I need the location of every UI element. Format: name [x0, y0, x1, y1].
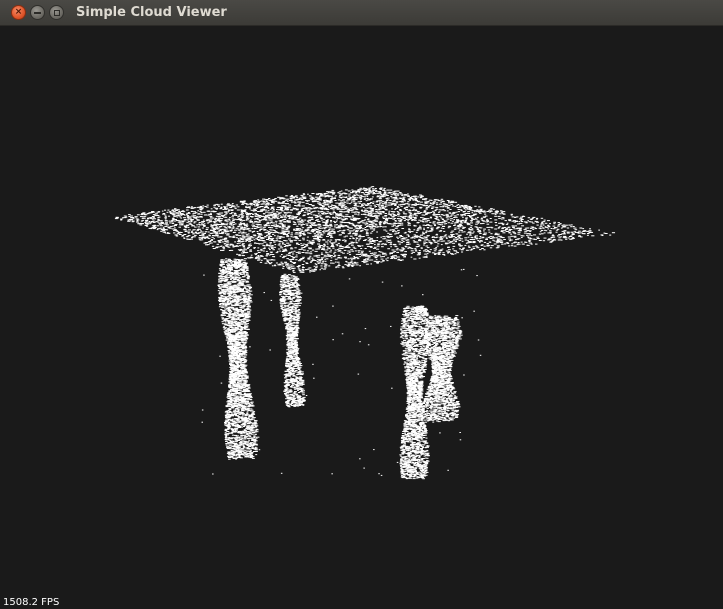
close-icon: × [14, 7, 23, 17]
minimize-button[interactable] [30, 5, 45, 20]
minimize-icon [34, 11, 41, 14]
close-button[interactable]: × [11, 5, 26, 20]
point-cloud-points [114, 186, 616, 480]
point-cloud-viewport[interactable]: 1508.2 FPS [1, 26, 722, 608]
fps-counter: 1508.2 FPS [3, 597, 60, 608]
window-title: Simple Cloud Viewer [76, 5, 227, 20]
maximize-icon [53, 9, 60, 16]
point-cloud [114, 186, 616, 480]
cloud-viewer-window: × Simple Cloud Viewer 1508.2 FPS [0, 0, 723, 609]
maximize-button[interactable] [49, 5, 64, 20]
title-bar[interactable]: × Simple Cloud Viewer [0, 0, 723, 26]
